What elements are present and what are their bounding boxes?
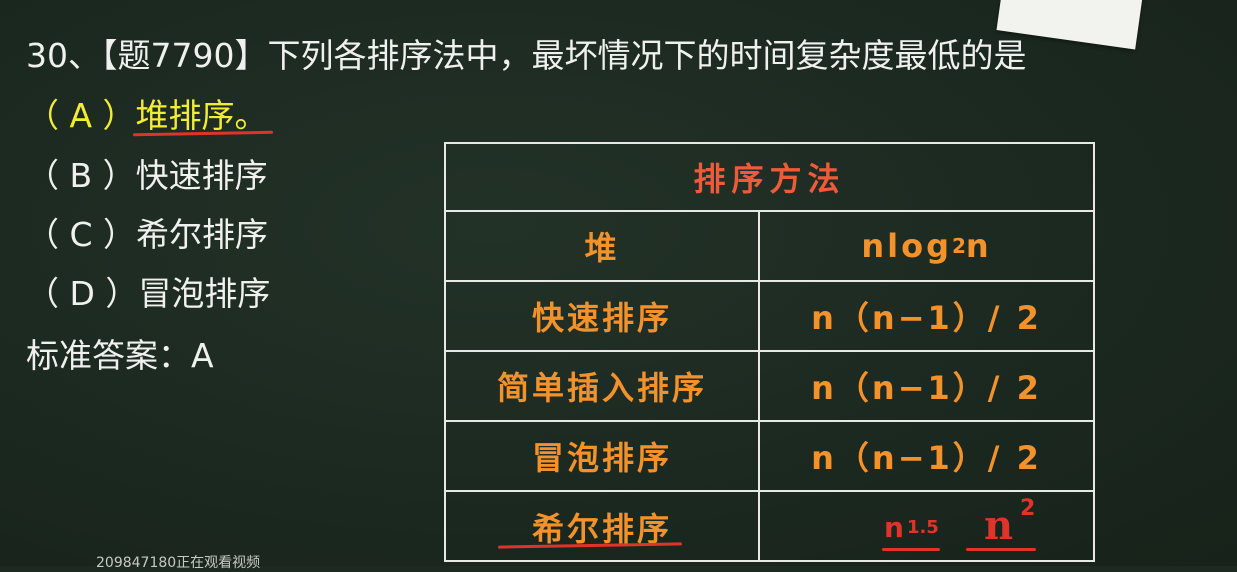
table-row: 快速排序 n（n−1）/ 2 xyxy=(446,280,1093,350)
complexity-text: nlog xyxy=(861,227,952,265)
complexity-text: n xyxy=(884,510,907,544)
exponent: 1.5 xyxy=(906,516,939,538)
option-b: （ B ）快速排序 xyxy=(26,156,268,195)
method-cell: 堆 xyxy=(446,212,760,280)
n-squared-underline xyxy=(966,548,1036,551)
viewer-watermark: 209847180正在观看视频 xyxy=(96,555,261,571)
complexity-cell: n（n−1）/ 2 xyxy=(811,299,1042,337)
complexity-tail: n xyxy=(965,227,992,265)
option-d: （ D ）冒泡排序 xyxy=(26,274,271,313)
question-title: 30、【题7790】下列各排序法中，最坏情况下的时间复杂度最低的是 xyxy=(26,36,1027,75)
complexity-table: 排序方法 堆 nlog 2 n 快速排序 n（n−1）/ 2 简单插入排序 n（n−… xyxy=(444,142,1095,562)
table-row: 堆 nlog 2 n xyxy=(446,210,1093,280)
method-cell: 简单插入排序 xyxy=(446,352,760,420)
option-a: （ A ）堆排序。 xyxy=(26,96,268,135)
table-header: 排序方法 xyxy=(693,160,846,198)
complexity-cell: n（n−1）/ 2 xyxy=(811,369,1042,407)
complexity-cell: n（n−1）/ 2 xyxy=(811,439,1042,477)
method-cell: 冒泡排序 xyxy=(446,422,760,490)
handwritten-exponent: 2 xyxy=(1020,496,1036,521)
table-row: 简单插入排序 n（n−1）/ 2 xyxy=(446,350,1093,420)
option-c: （ C ）希尔排序 xyxy=(26,215,269,254)
complexity-cell: nlog 2 n xyxy=(760,212,1093,280)
table-row: 冒泡排序 n（n−1）/ 2 xyxy=(446,420,1093,490)
standard-answer: 标准答案：A xyxy=(26,336,214,375)
log-base: 2 xyxy=(951,234,966,258)
table-header-row: 排序方法 xyxy=(446,144,1093,210)
handwritten-n: n xyxy=(984,502,1014,549)
method-cell: 希尔排序 xyxy=(446,492,760,562)
method-cell: 快速排序 xyxy=(446,282,760,350)
exponent-underline xyxy=(882,548,940,551)
complexity-cell: n 1.5 xyxy=(760,492,1093,562)
